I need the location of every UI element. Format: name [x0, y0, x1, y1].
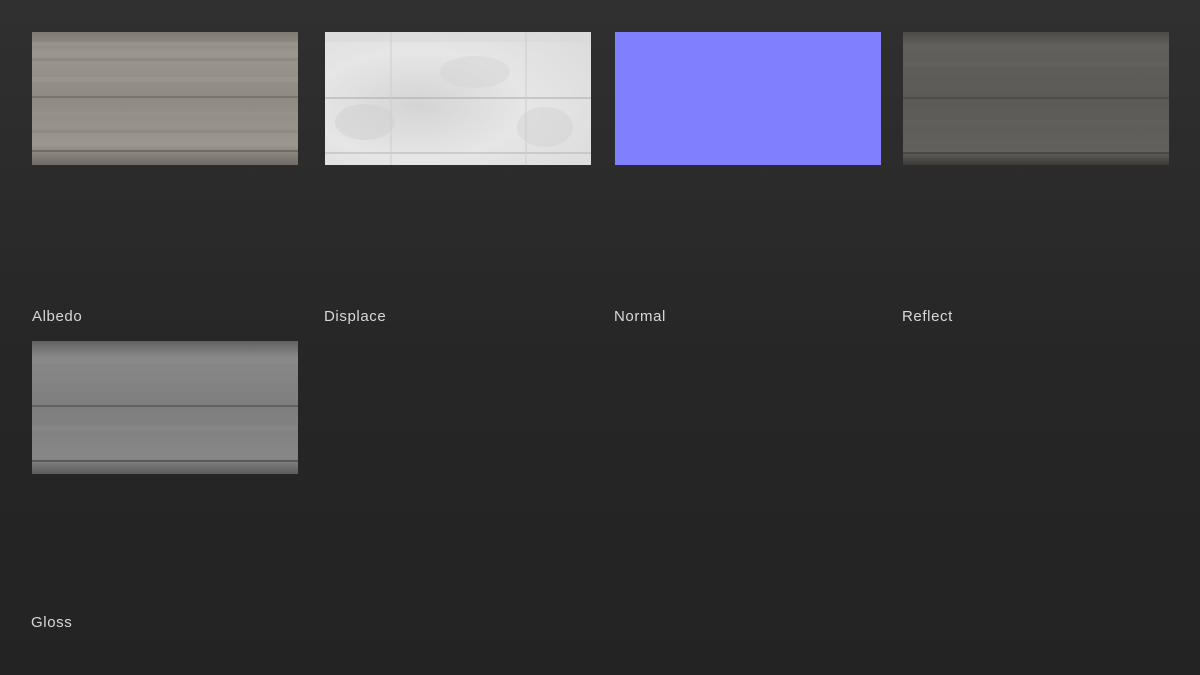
normal-map-thumbnail[interactable]	[615, 32, 881, 165]
gloss-label: Gloss	[31, 614, 73, 631]
gloss-texture-icon	[32, 341, 298, 474]
albedo-map-thumbnail[interactable]	[32, 32, 298, 165]
gloss-map-thumbnail[interactable]	[32, 341, 298, 474]
albedo-texture-icon	[32, 32, 298, 165]
reflection-texture-icon	[903, 32, 1169, 165]
normal-map-texture-icon	[615, 32, 881, 165]
displacement-texture-icon	[325, 32, 591, 165]
albedo-label: Albedo	[32, 308, 83, 325]
reflect-label: Reflect	[902, 308, 953, 325]
normal-label: Normal	[614, 308, 666, 325]
displace-label: Displace	[324, 308, 387, 325]
displace-map-thumbnail[interactable]	[325, 32, 591, 165]
reflect-map-thumbnail[interactable]	[903, 32, 1169, 165]
